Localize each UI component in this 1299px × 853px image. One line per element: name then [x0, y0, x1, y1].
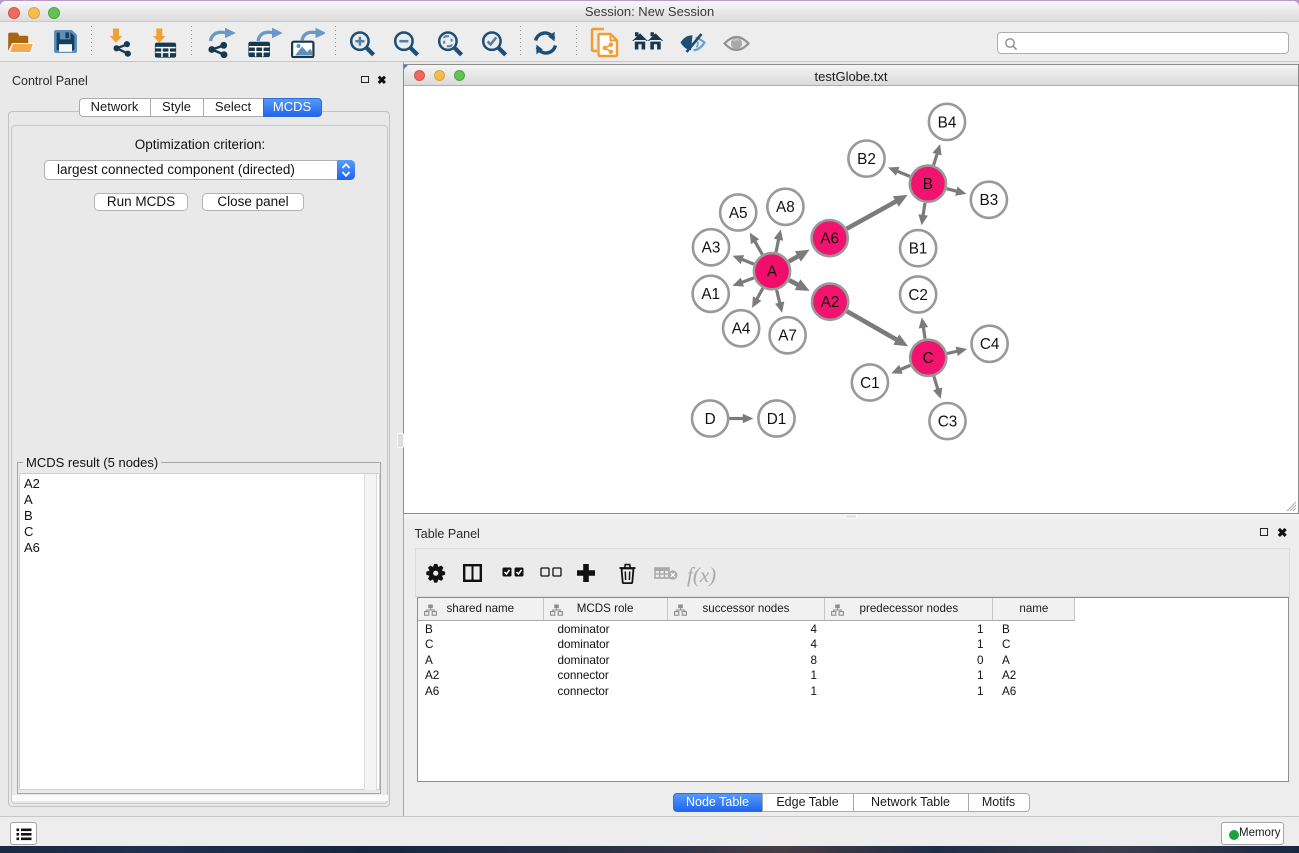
svg-text:C: C [923, 350, 934, 367]
svg-text:A: A [767, 264, 778, 281]
svg-text:B4: B4 [938, 114, 957, 131]
svg-text:D1: D1 [767, 411, 787, 428]
svg-text:A1: A1 [701, 286, 720, 303]
svg-text:C3: C3 [938, 414, 958, 431]
svg-text:C2: C2 [908, 287, 928, 304]
svg-text:D: D [705, 411, 716, 428]
svg-text:C1: C1 [860, 375, 880, 392]
svg-text:A2: A2 [821, 294, 840, 311]
svg-text:B2: B2 [857, 151, 876, 168]
svg-text:A3: A3 [702, 240, 721, 257]
svg-text:C4: C4 [980, 336, 1000, 353]
svg-text:B: B [923, 176, 933, 193]
svg-text:A7: A7 [778, 328, 797, 345]
svg-text:A8: A8 [776, 199, 795, 216]
svg-text:A6: A6 [820, 231, 839, 248]
svg-text:A5: A5 [729, 205, 748, 222]
svg-text:B3: B3 [980, 192, 999, 209]
svg-text:A4: A4 [732, 321, 751, 338]
svg-text:B1: B1 [909, 241, 928, 258]
